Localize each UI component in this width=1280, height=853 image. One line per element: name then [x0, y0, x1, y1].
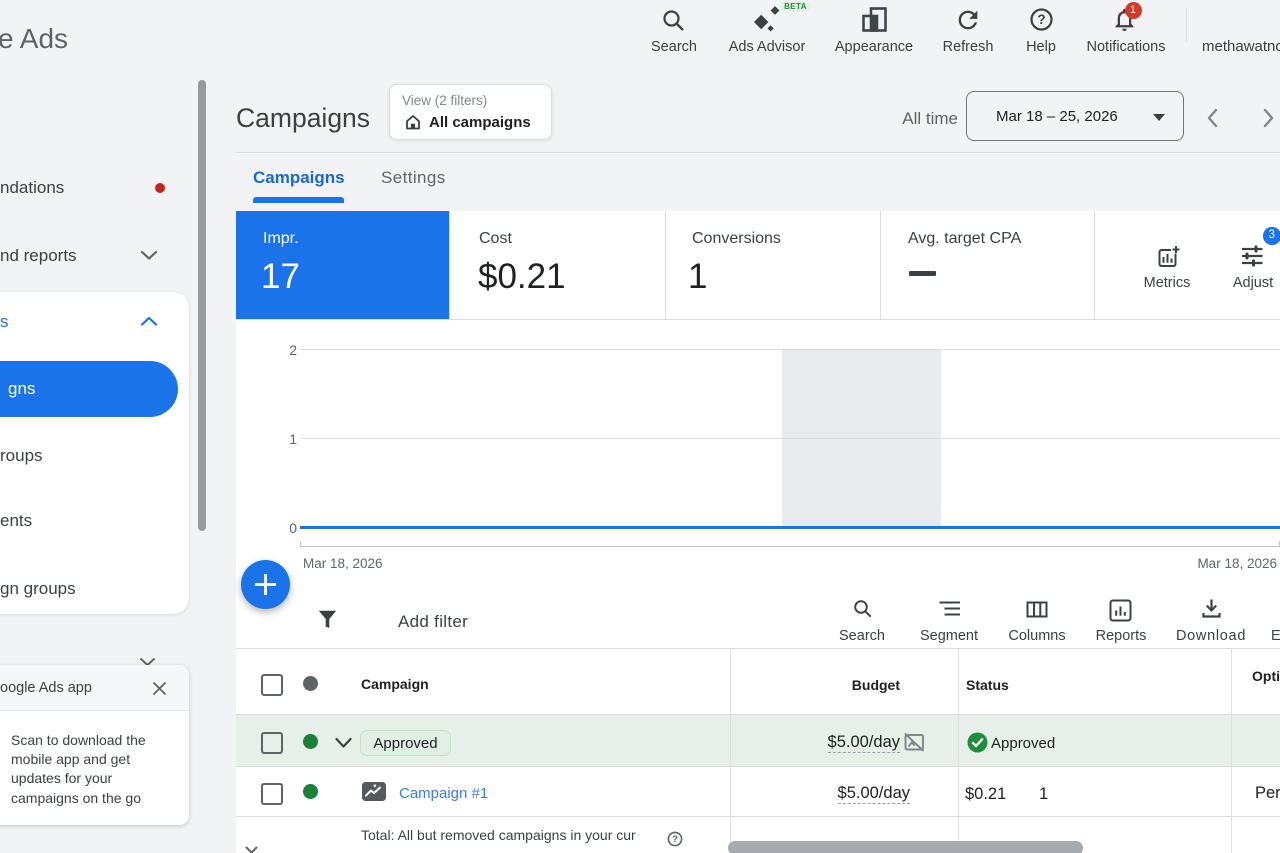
svg-text:?: ? [672, 834, 678, 845]
svg-text:?: ? [1037, 12, 1045, 27]
